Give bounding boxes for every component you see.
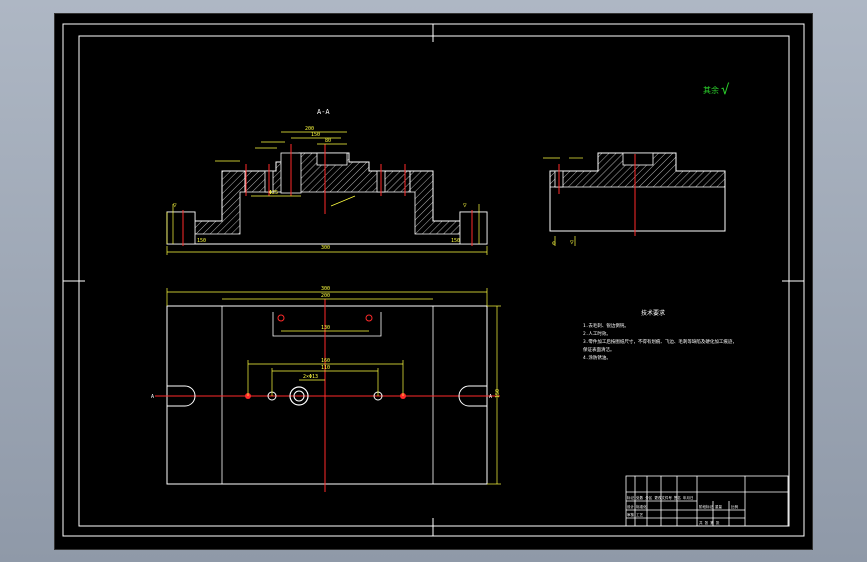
dim-inner-span: 80 [325, 138, 331, 144]
plan-dim-label: 2×Φ13 [303, 374, 318, 380]
foot-right [459, 211, 488, 245]
foot-left [166, 211, 196, 245]
section-view-front: A-A 300 200 150 80 Φ25 150 150 ▽ ▽ [166, 108, 488, 255]
tech-title: 技术要求 [641, 309, 665, 317]
title-row-1: 标记 处数 分区 更改文件号 签名 年月日 [627, 495, 694, 500]
inner-frame [78, 35, 790, 527]
hatch-right [409, 170, 461, 235]
outer-frame [62, 23, 805, 537]
tech-item-4: 保证表面清洁。 [583, 346, 615, 353]
roughness-note-text: 其余 [703, 85, 719, 95]
plan-dim-height: 150 [495, 389, 501, 398]
plan-view: 300 200 130 160 110 2×Φ13 150 A A [151, 286, 501, 492]
plan-dim-slot: 130 [321, 325, 330, 331]
tech-item-3: 3.零件加工后按图纸尺寸，不得有划痕、飞边、毛刺等缺陷及硬化加工痕迹， [583, 338, 737, 345]
drawing-svg: A-A 300 200 150 80 Φ25 150 150 ▽ ▽ ⊙ ▽ 其… [62, 23, 805, 537]
section-mark-label: A-A [317, 108, 330, 116]
plan-dim-row: 160 [321, 358, 330, 364]
roughness-left: ▽ [173, 202, 177, 209]
title-block: 标记 处数 分区 更改文件号 签名 年月日 设计 标准化 审核 工艺 阶段标记 … [625, 475, 789, 527]
title-row-3: 审核 工艺 [627, 512, 644, 517]
roughness-note: 其余 √ [703, 82, 730, 98]
dim-foot-left: 150 [197, 238, 206, 244]
tech-requirements: 技术要求 1.去毛刺、锐边倒钝。 2.人工时效。 3.零件加工后按图纸尺寸，不得… [583, 309, 737, 361]
plan-section-right: A [489, 394, 492, 400]
dim-bore: Φ25 [269, 190, 278, 196]
title-weight: 重量 [715, 504, 723, 509]
tech-item-5: 4.涂防锈油。 [583, 354, 611, 361]
title-stage: 阶段标记 [699, 504, 713, 509]
roughness-right: ▽ [463, 202, 467, 209]
title-scale: 比例 [731, 504, 739, 509]
tech-item-2: 2.人工时效。 [583, 330, 611, 337]
plan-hole-2 [365, 314, 373, 322]
plan-dim-inner: 200 [321, 293, 330, 299]
side-view: ⊙ ▽ [543, 152, 726, 247]
cad-viewport: A-A 300 200 150 80 Φ25 150 150 ▽ ▽ ⊙ ▽ 其… [0, 0, 867, 562]
plan-outline [166, 305, 488, 485]
plan-hole-1 [277, 314, 285, 322]
title-row-2: 设计 标准化 [627, 504, 647, 509]
dim-foot-right: 150 [451, 238, 460, 244]
plan-dim-hole-pair: 110 [321, 365, 330, 371]
tech-item-1: 1.去毛刺、锐边倒钝。 [583, 322, 629, 329]
plan-dim-total: 300 [321, 286, 330, 292]
hatch-left [194, 170, 246, 235]
side-roughness: ▽ [570, 239, 574, 246]
dim-top-width: 300 [321, 245, 330, 251]
dim-hole-span: 150 [311, 132, 320, 138]
plan-section-left: A [151, 394, 154, 400]
side-slot [622, 152, 654, 166]
roughness-check-icon: √ [721, 82, 730, 98]
side-datum: ⊙ [552, 240, 556, 247]
plan-slot [272, 312, 382, 337]
title-sheet: 共 张 第 张 [699, 520, 720, 525]
drawing-canvas[interactable]: A-A 300 200 150 80 Φ25 150 150 ▽ ▽ ⊙ ▽ 其… [55, 14, 812, 549]
bore-top [316, 152, 348, 166]
